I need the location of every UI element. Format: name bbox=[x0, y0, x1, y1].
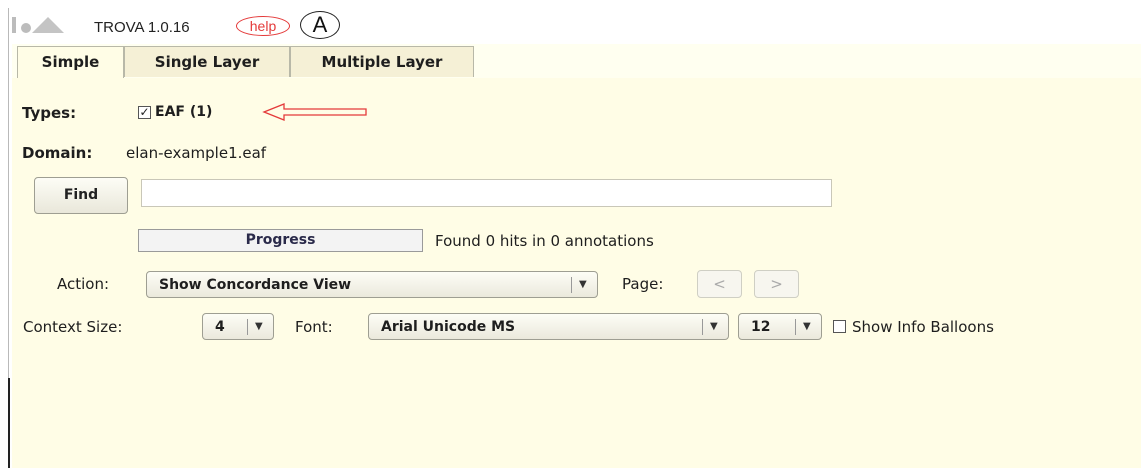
font-select-value: Arial Unicode MS bbox=[381, 319, 516, 335]
domain-value: elan-example1.eaf bbox=[126, 144, 267, 162]
find-button[interactable]: Find bbox=[34, 177, 128, 214]
window-left-edge-dark bbox=[8, 378, 10, 468]
tab-simple[interactable]: Simple bbox=[17, 46, 124, 79]
domain-label: Domain: bbox=[22, 144, 93, 162]
annotation-letter-a: A bbox=[300, 11, 340, 39]
search-input[interactable] bbox=[141, 179, 832, 207]
title-bar: TROVA 1.0.16 help A bbox=[12, 11, 1141, 44]
action-label: Action: bbox=[57, 275, 110, 293]
context-size-label: Context Size: bbox=[23, 318, 123, 336]
annotation-arrow bbox=[262, 103, 367, 121]
context-size-select[interactable]: 4 ▼ bbox=[202, 313, 274, 340]
dropdown-arrow-icon: ▼ bbox=[255, 321, 263, 332]
dropdown-arrow-icon: ▼ bbox=[579, 279, 587, 290]
combo-separator bbox=[247, 319, 248, 335]
info-balloons-label: Show Info Balloons bbox=[852, 318, 994, 336]
types-label: Types: bbox=[22, 104, 77, 122]
tab-single-layer[interactable]: Single Layer bbox=[124, 46, 290, 77]
progress-status: Found 0 hits in 0 annotations bbox=[435, 232, 654, 250]
checkmark-icon: ✓ bbox=[139, 105, 150, 119]
font-select[interactable]: Arial Unicode MS ▼ bbox=[368, 313, 729, 340]
context-size-value: 4 bbox=[215, 319, 225, 335]
font-size-select[interactable]: 12 ▼ bbox=[738, 313, 822, 340]
combo-separator bbox=[702, 319, 703, 335]
app-logo-icon bbox=[12, 17, 64, 33]
dropdown-arrow-icon: ▼ bbox=[710, 321, 718, 332]
dropdown-arrow-icon: ▼ bbox=[803, 321, 811, 332]
eaf-checkbox-label: EAF (1) bbox=[155, 104, 213, 120]
app-title: TROVA 1.0.16 bbox=[94, 19, 190, 36]
action-select-value: Show Concordance View bbox=[159, 277, 352, 293]
combo-separator bbox=[795, 319, 796, 335]
next-page-button[interactable]: > bbox=[754, 270, 799, 298]
eaf-checkbox[interactable]: ✓ bbox=[138, 106, 151, 119]
progress-bar: Progress bbox=[138, 229, 423, 252]
info-balloons-checkbox[interactable] bbox=[833, 320, 846, 333]
help-link[interactable]: help bbox=[236, 16, 290, 36]
page-label: Page: bbox=[622, 275, 664, 293]
combo-separator bbox=[571, 277, 572, 293]
tab-multiple-layer[interactable]: Multiple Layer bbox=[290, 46, 474, 77]
prev-page-button[interactable]: < bbox=[697, 270, 742, 298]
font-size-value: 12 bbox=[751, 319, 771, 335]
action-select[interactable]: Show Concordance View ▼ bbox=[146, 271, 598, 298]
font-label: Font: bbox=[295, 318, 333, 336]
